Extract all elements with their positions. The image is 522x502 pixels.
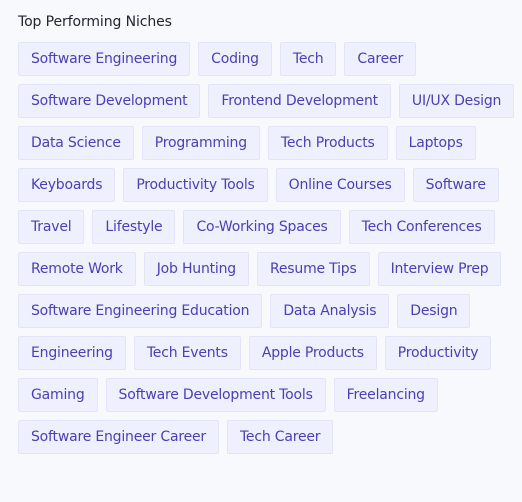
niche-tag[interactable]: Coding [198,42,272,76]
niche-tag[interactable]: Software [412,168,499,202]
niche-tag[interactable]: Programming [141,126,260,160]
niche-tag[interactable]: Tech Career [226,420,334,454]
niche-tag[interactable]: Software Engineering Education [18,294,263,328]
niche-tag[interactable]: Co-Working Spaces [183,210,341,244]
niche-tag[interactable]: Design [397,294,471,328]
niche-tag[interactable]: Productivity Tools [123,168,268,202]
niche-tag[interactable]: Tech [279,42,337,76]
niche-tag[interactable]: Freelancing [333,378,438,412]
niche-tag[interactable]: Data Science [18,126,134,160]
niche-tag[interactable]: Interview Prep [377,252,502,286]
niche-tag[interactable]: Software Development Tools [105,378,326,412]
niche-tag[interactable]: Software Development [18,84,201,118]
top-performing-niches-panel: Top Performing Niches Software Engineeri… [0,0,522,454]
section-title: Top Performing Niches [18,14,172,30]
niche-tag[interactable]: Engineering [18,336,126,370]
niche-tag[interactable]: Tech Products [267,126,388,160]
niche-tag[interactable]: Career [344,42,417,76]
niche-tag[interactable]: Keyboards [18,168,116,202]
niche-tag[interactable]: Frontend Development [208,84,391,118]
niche-tag[interactable]: Job Hunting [143,252,249,286]
niche-tag[interactable]: Laptops [395,126,476,160]
niche-tag[interactable]: Software Engineer Career [18,420,219,454]
niche-tag[interactable]: Tech Events [133,336,241,370]
niche-tag[interactable]: Data Analysis [270,294,390,328]
niche-tag[interactable]: Resume Tips [256,252,370,286]
niche-tag[interactable]: Apple Products [248,336,377,370]
niche-tag[interactable]: Productivity [384,336,492,370]
niche-tag[interactable]: Software Engineering [18,42,191,76]
niche-tag[interactable]: Online Courses [275,168,405,202]
niche-tag[interactable]: Tech Conferences [348,210,495,244]
niche-tag[interactable]: Lifestyle [92,210,176,244]
niche-tag[interactable]: Travel [18,210,85,244]
niche-tag[interactable]: UI/UX Design [398,84,515,118]
niche-tag[interactable]: Gaming [18,378,98,412]
niche-tag-list: Software Engineering Coding Tech Career … [18,42,522,454]
niche-tag[interactable]: Remote Work [18,252,136,286]
